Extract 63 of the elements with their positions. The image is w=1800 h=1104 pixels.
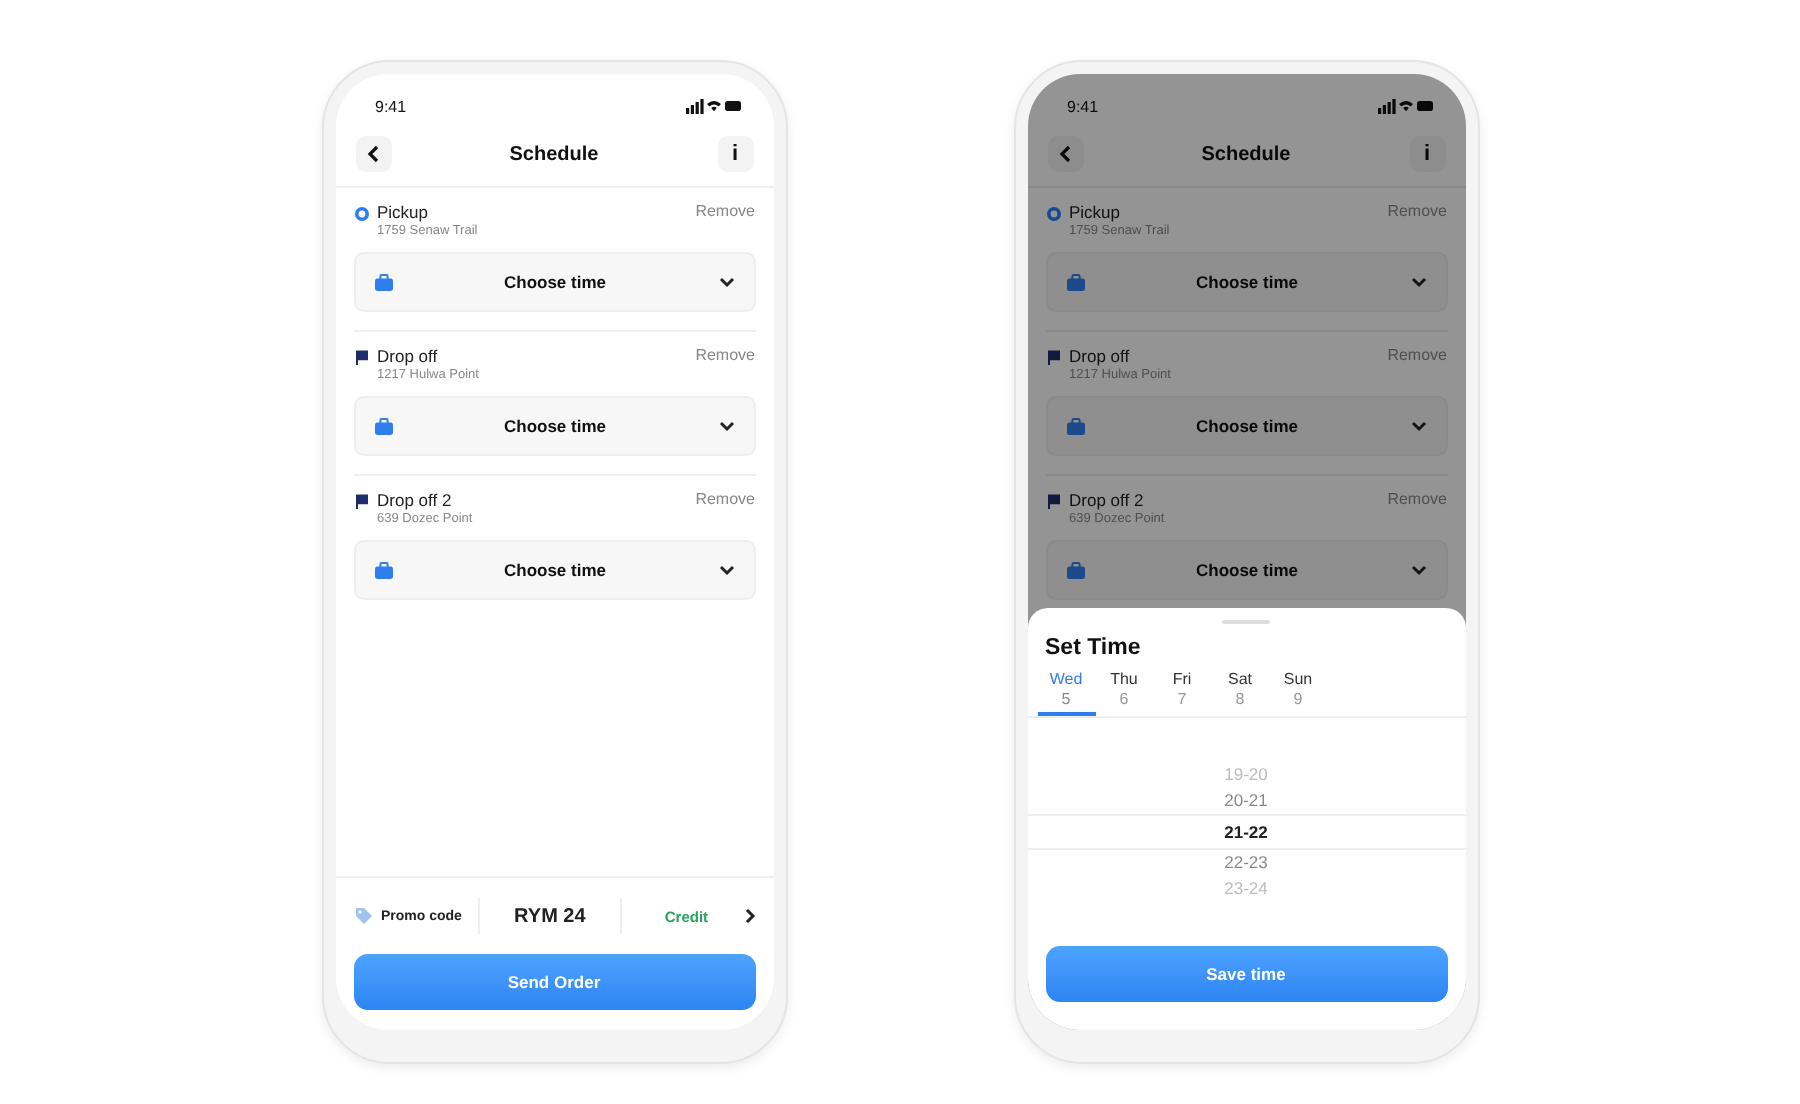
status-time: 9:41 — [375, 97, 407, 115]
chevron-down-icon — [1409, 276, 1427, 288]
day-tab[interactable]: Sat 8 — [1211, 670, 1269, 716]
time-option[interactable]: 20-21 — [1027, 788, 1465, 814]
chevron-down-icon — [717, 564, 735, 576]
status-icons — [685, 98, 741, 114]
day-tab[interactable]: Fri 7 — [1153, 670, 1211, 716]
sheet-handle[interactable] — [1222, 620, 1270, 624]
time-dropdown[interactable]: Choose time — [353, 540, 755, 600]
back-button[interactable] — [355, 136, 391, 172]
time-dropdown[interactable]: Choose time — [1045, 252, 1447, 312]
info-button[interactable]: i — [717, 136, 753, 172]
status-icons — [1377, 98, 1433, 114]
stop-label: Pickup — [1069, 202, 1123, 222]
back-icon — [1057, 144, 1073, 164]
pickup-dot-icon — [1045, 206, 1061, 222]
tag-icon — [353, 906, 373, 926]
briefcase-icon — [373, 273, 393, 291]
sheet-title: Set Time — [1043, 634, 1143, 660]
remove-link[interactable]: Remove — [1387, 346, 1447, 364]
remove-link[interactable]: Remove — [695, 202, 755, 220]
briefcase-icon — [373, 561, 393, 579]
time-dropdown[interactable]: Choose time — [1045, 396, 1447, 456]
remove-link[interactable]: Remove — [1387, 490, 1447, 508]
chevron-right-icon[interactable] — [743, 908, 755, 924]
status-time: 9:41 — [1067, 97, 1099, 115]
flag-icon — [1045, 494, 1061, 510]
briefcase-icon — [1065, 273, 1085, 291]
send-order-button[interactable]: Send Order — [353, 954, 755, 1010]
stop-label: Drop off — [377, 346, 440, 366]
chevron-down-icon — [1409, 420, 1427, 432]
time-option[interactable]: 21-22 — [1027, 814, 1465, 850]
chevron-down-icon — [1409, 564, 1427, 576]
time-option[interactable]: 22-23 — [1027, 850, 1465, 876]
flag-icon — [353, 350, 369, 366]
remove-link[interactable]: Remove — [695, 490, 755, 508]
remove-link[interactable]: Remove — [695, 346, 755, 364]
briefcase-icon — [1065, 417, 1085, 435]
back-icon — [365, 144, 381, 164]
stop-label: Drop off 2 — [1069, 490, 1146, 510]
briefcase-icon — [1065, 561, 1085, 579]
save-time-button[interactable]: Save time — [1045, 946, 1447, 1002]
chevron-down-icon — [717, 420, 735, 432]
day-tab[interactable]: Wed 5 — [1037, 670, 1095, 716]
day-tab[interactable]: Thu 6 — [1095, 670, 1153, 716]
stop-label: Pickup — [377, 202, 431, 222]
back-button[interactable] — [1047, 136, 1083, 172]
stop-label: Drop off — [1069, 346, 1132, 366]
stop-label: Drop off 2 — [377, 490, 454, 510]
day-tab[interactable]: Sun 9 — [1269, 670, 1327, 716]
time-dropdown[interactable]: Choose time — [353, 396, 755, 456]
flag-icon — [353, 494, 369, 510]
remove-link[interactable]: Remove — [1387, 202, 1447, 220]
screen-title: Schedule — [1201, 143, 1291, 165]
flag-icon — [1045, 350, 1061, 366]
promo-code: RYM 24 — [512, 905, 588, 927]
chevron-down-icon — [717, 276, 735, 288]
info-button[interactable]: i — [1409, 136, 1445, 172]
time-dropdown[interactable]: Choose time — [1045, 540, 1447, 600]
screen-title: Schedule — [509, 143, 599, 165]
time-dropdown[interactable]: Choose time — [353, 252, 755, 312]
briefcase-icon — [373, 417, 393, 435]
pickup-dot-icon — [353, 206, 369, 222]
